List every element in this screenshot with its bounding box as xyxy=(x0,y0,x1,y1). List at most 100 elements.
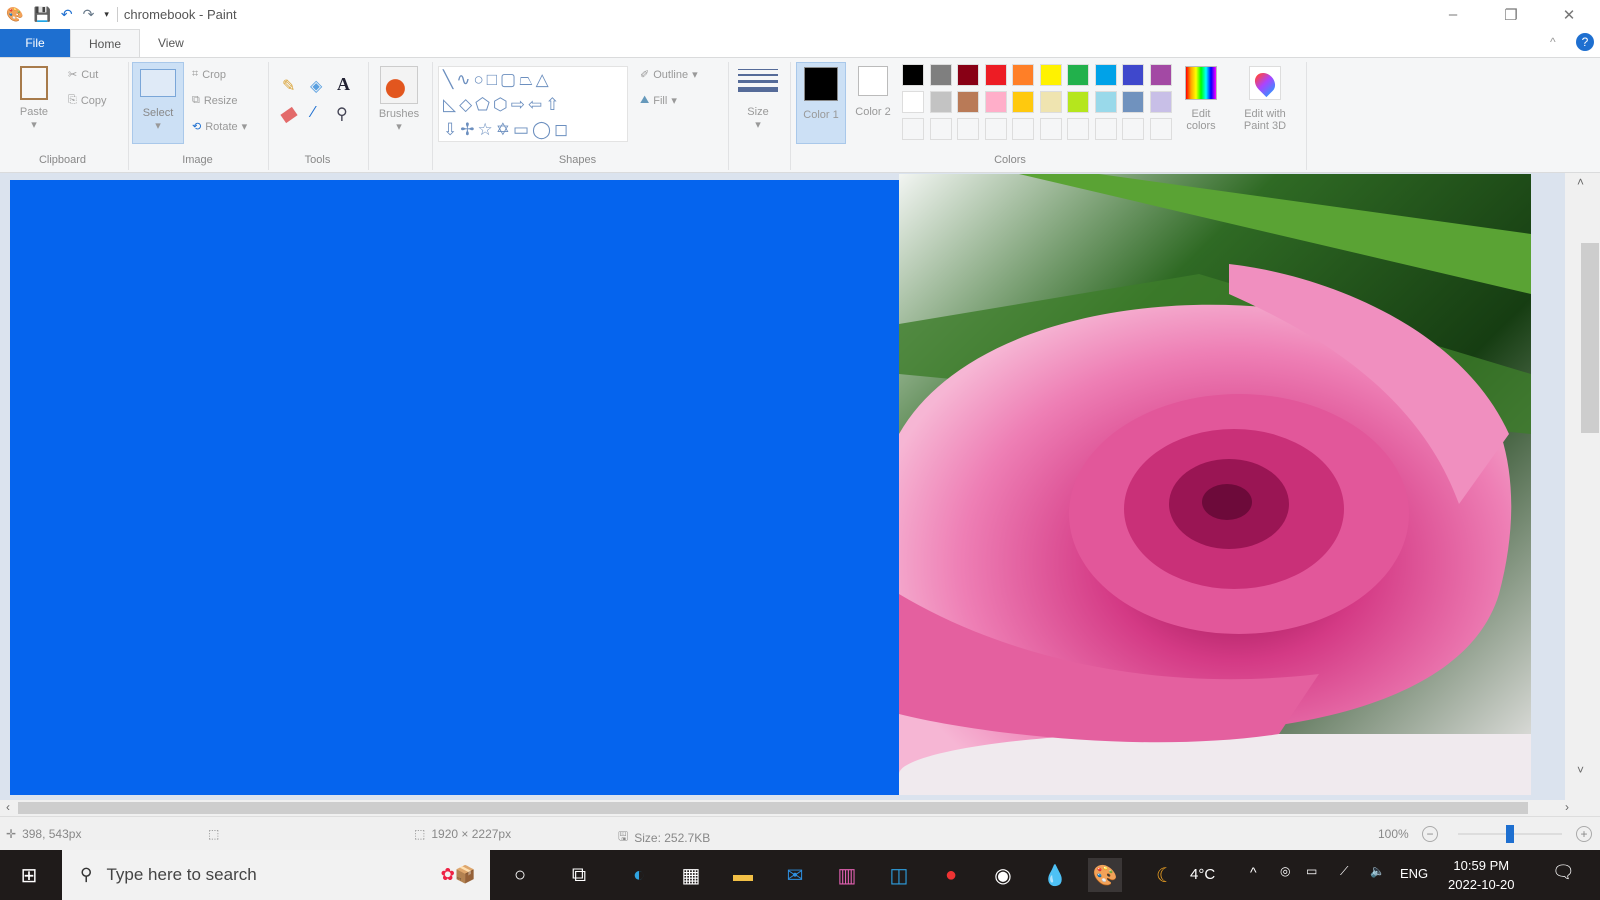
tab-home[interactable]: Home xyxy=(70,29,141,57)
app-icon-pink[interactable]: ▥ xyxy=(830,858,864,892)
tab-view[interactable]: View xyxy=(140,29,202,57)
palette-swatch[interactable] xyxy=(1149,91,1172,113)
palette-swatch[interactable] xyxy=(1067,91,1089,113)
palette-swatch[interactable] xyxy=(957,91,979,113)
taskbar-search-box[interactable]: ⚲ Type here to search ✿📦 xyxy=(62,850,490,900)
palette-swatch[interactable] xyxy=(1122,91,1144,113)
select-button[interactable]: Select ▾ xyxy=(132,62,184,144)
palette-swatch[interactable] xyxy=(929,64,952,86)
custom-color-slot[interactable] xyxy=(902,118,924,140)
notifications-icon[interactable]: 🗨 xyxy=(1552,862,1575,883)
palette-swatch[interactable] xyxy=(984,64,1007,86)
fill-button[interactable]: ⛰ Fill ▾ xyxy=(640,94,677,107)
scroll-up-icon[interactable]: ˄ xyxy=(1577,175,1584,189)
palette-swatch[interactable] xyxy=(1012,64,1034,86)
zoom-slider-thumb[interactable] xyxy=(1506,825,1514,843)
weather-temp[interactable]: 4°C xyxy=(1190,866,1215,883)
tab-file[interactable]: File xyxy=(0,29,70,57)
custom-color-slot[interactable] xyxy=(957,118,979,140)
pencil-icon[interactable]: ✎ xyxy=(282,76,295,96)
chrome-like-icon[interactable]: ◉ xyxy=(986,858,1020,892)
palette-swatch[interactable] xyxy=(1094,64,1117,86)
eraser-icon[interactable] xyxy=(280,106,298,124)
copy-button[interactable]: ⎘ Copy xyxy=(68,94,107,107)
show-hidden-icons[interactable]: ^ xyxy=(1250,864,1257,880)
tray-icon[interactable]: ◎ xyxy=(1280,864,1290,878)
palette-swatch[interactable] xyxy=(929,91,952,113)
palette-swatch[interactable] xyxy=(1122,64,1144,86)
shape-arrow-star-icon[interactable]: ⇩✢☆✡▭◯◻ xyxy=(443,120,571,139)
paste-button[interactable]: Paste ▾ xyxy=(14,66,54,131)
palette-swatch[interactable] xyxy=(1149,64,1172,86)
palette-swatch[interactable] xyxy=(1094,91,1117,113)
text-tool-icon[interactable]: A xyxy=(337,74,350,95)
volume-icon[interactable]: 🔈 xyxy=(1370,864,1385,878)
palette-swatch[interactable] xyxy=(1039,64,1062,86)
customize-quick-access-icon[interactable]: ▾ xyxy=(104,9,109,20)
collapse-ribbon-icon[interactable]: ^ xyxy=(1550,35,1556,49)
palette-swatch[interactable] xyxy=(1067,64,1089,86)
custom-color-slot[interactable] xyxy=(1012,118,1034,140)
color1-button[interactable]: Color 1 xyxy=(796,62,846,144)
edit-colors-button[interactable]: Edit colors xyxy=(1176,66,1226,132)
canvas-area[interactable] xyxy=(0,173,1565,816)
close-button[interactable]: ✕ xyxy=(1546,0,1592,29)
custom-color-slot[interactable] xyxy=(1149,118,1172,140)
zoom-out-button[interactable]: − xyxy=(1422,826,1438,842)
crop-button[interactable]: ⌗ Crop xyxy=(192,68,226,81)
clock[interactable]: 10:59 PM 2022-10-20 xyxy=(1448,856,1515,894)
palette-swatch[interactable] xyxy=(902,64,924,86)
palette-swatch[interactable] xyxy=(1012,91,1034,113)
palette-swatch[interactable] xyxy=(984,91,1007,113)
cortana-icon[interactable]: ○ xyxy=(503,858,537,892)
custom-color-slot[interactable] xyxy=(984,118,1007,140)
mail-icon[interactable]: ✉ xyxy=(778,858,812,892)
language-indicator[interactable]: ENG xyxy=(1400,866,1428,881)
start-windows-icon[interactable]: ⊞ xyxy=(12,858,46,892)
custom-color-slot[interactable] xyxy=(929,118,952,140)
vertical-scrollbar[interactable]: ˄ ˅ xyxy=(1565,173,1600,816)
fill-bucket-icon[interactable]: ◈ xyxy=(310,76,322,96)
scroll-right-icon[interactable]: › xyxy=(1565,800,1569,814)
paint3d-taskbar-icon[interactable]: 💧 xyxy=(1038,858,1072,892)
palette-swatch[interactable] xyxy=(1039,91,1062,113)
scroll-down-icon[interactable]: ˅ xyxy=(1577,763,1584,777)
task-view-icon[interactable]: ⧉ xyxy=(562,858,596,892)
shape-line-icon[interactable]: ╲∿○□▢⏢△ xyxy=(443,70,552,89)
app-icon-blue[interactable]: ◫ xyxy=(882,858,916,892)
zoom-in-button[interactable]: + xyxy=(1576,826,1592,842)
magnifier-icon[interactable]: ⚲ xyxy=(336,104,348,124)
brushes-button[interactable]: Brushes ▾ xyxy=(374,66,424,133)
shapes-gallery[interactable]: ╲∿○□▢⏢△ ◺◇⬠⬡⇨⇦⇧ ⇩✢☆✡▭◯◻ xyxy=(438,66,628,142)
custom-color-slot[interactable] xyxy=(1094,118,1117,140)
color2-button[interactable]: Color 2 xyxy=(850,66,896,118)
palette-swatch[interactable] xyxy=(957,64,979,86)
custom-color-slot[interactable] xyxy=(1067,118,1089,140)
color-picker-icon[interactable]: ⁄ xyxy=(312,104,315,122)
file-explorer-icon[interactable]: ▬ xyxy=(726,858,760,892)
camera-app-icon[interactable]: ● xyxy=(934,858,968,892)
undo-icon[interactable]: ↶ xyxy=(61,6,73,23)
custom-color-slot[interactable] xyxy=(1039,118,1062,140)
vertical-scroll-thumb[interactable] xyxy=(1581,243,1599,433)
store-icon[interactable]: ▦ xyxy=(674,858,708,892)
help-icon[interactable]: ? xyxy=(1576,33,1594,51)
custom-color-slot[interactable] xyxy=(1122,118,1144,140)
restore-button[interactable]: ❐ xyxy=(1488,0,1534,29)
redo-icon[interactable]: ↷ xyxy=(83,6,95,23)
horizontal-scroll-thumb[interactable] xyxy=(18,802,1528,814)
battery-icon[interactable]: ▭ xyxy=(1306,864,1317,878)
network-icon[interactable]: ⟋ xyxy=(1340,864,1348,879)
edge-icon[interactable]: ◐ xyxy=(622,858,656,892)
size-button[interactable]: Size ▾ xyxy=(734,66,782,131)
cut-button[interactable]: ✂ Cut xyxy=(68,68,98,82)
outline-button[interactable]: ✐ Outline ▾ xyxy=(640,68,698,82)
minimize-button[interactable]: – xyxy=(1430,0,1476,29)
edit-with-paint3d-button[interactable]: Edit with Paint 3D xyxy=(1236,66,1294,132)
horizontal-scrollbar[interactable]: ‹ › xyxy=(0,800,1569,816)
rotate-button[interactable]: ⟲ Rotate ▾ xyxy=(192,120,247,134)
scroll-left-icon[interactable]: ‹ xyxy=(6,800,10,814)
resize-button[interactable]: ⧉ Resize xyxy=(192,94,237,107)
shape-polygon-icon[interactable]: ◺◇⬠⬡⇨⇦⇧ xyxy=(443,95,563,114)
palette-swatch[interactable] xyxy=(902,91,924,113)
